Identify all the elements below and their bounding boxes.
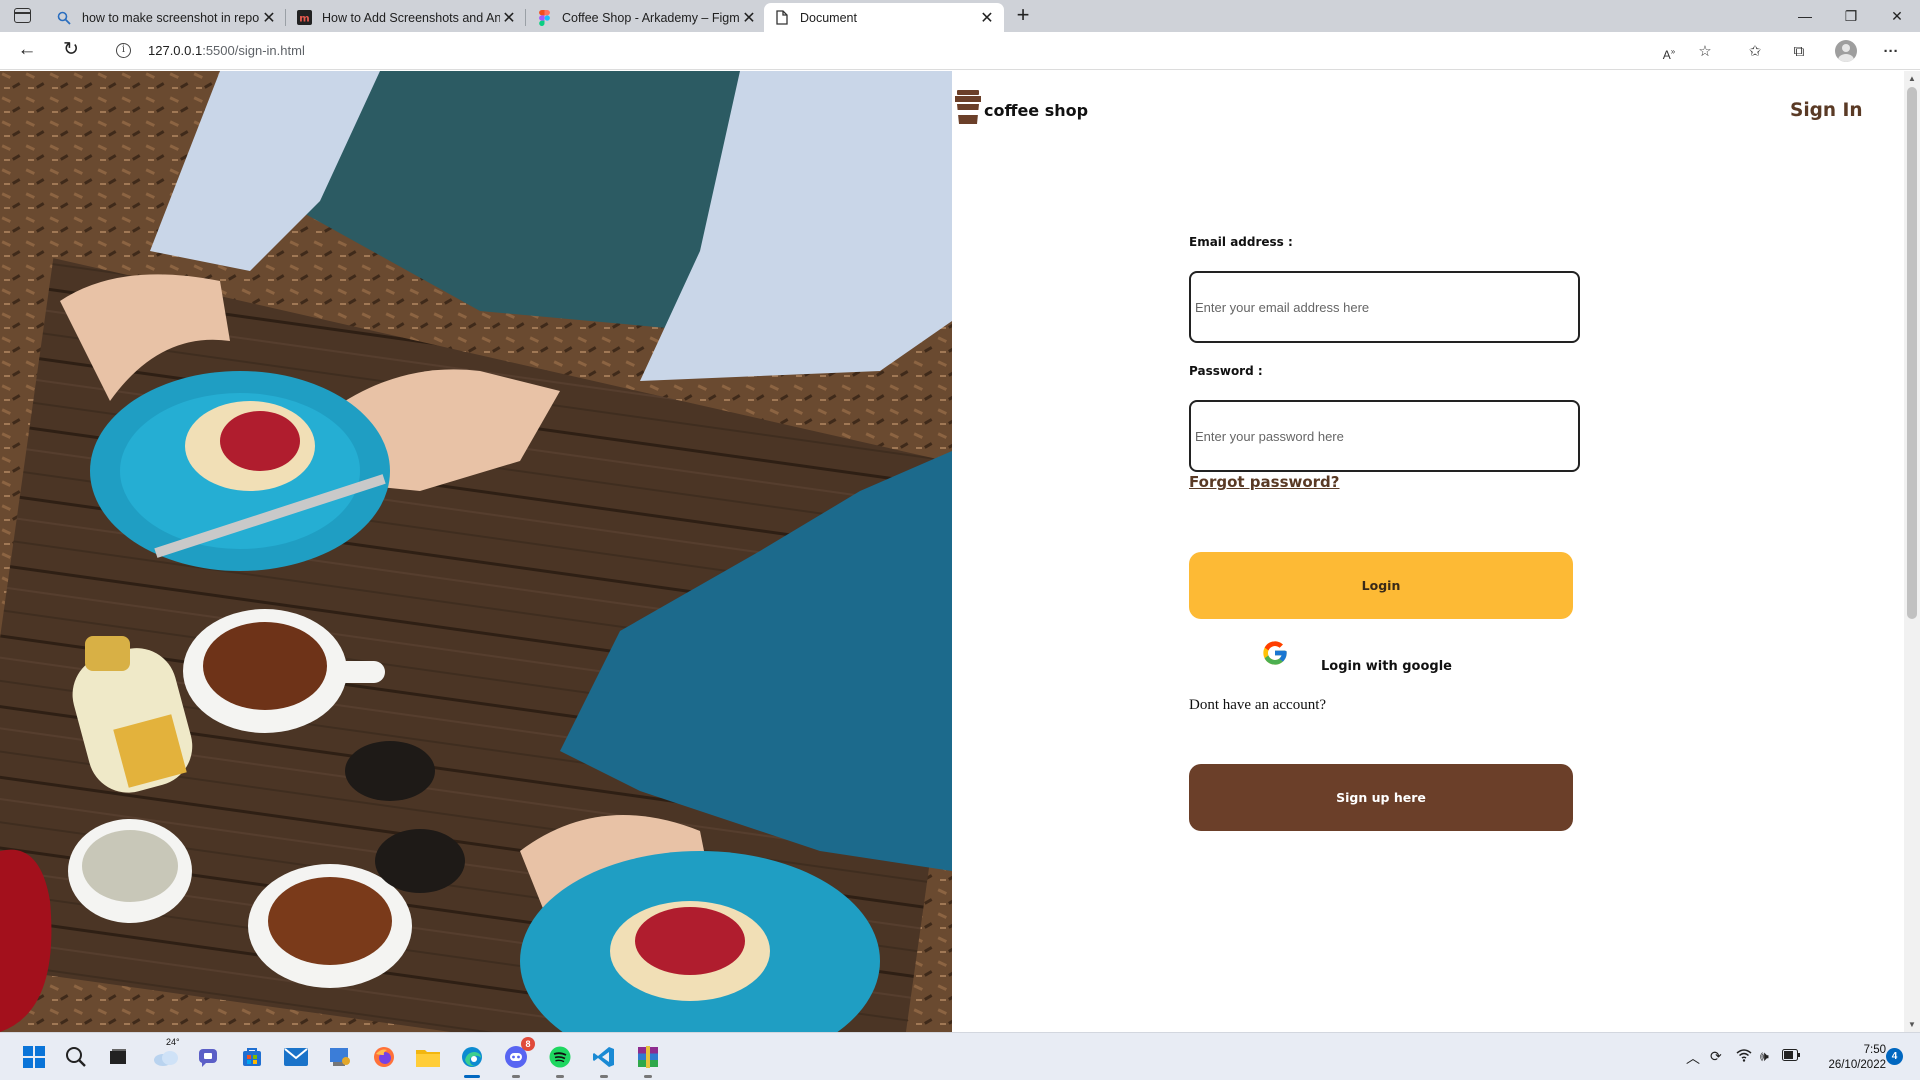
- taskbar: 24° 8 ︿ ⟳ 🕪 7:50 26/10/2022 4: [0, 1032, 1920, 1080]
- discord-icon[interactable]: 8: [502, 1037, 535, 1078]
- teams-chat-icon[interactable]: [194, 1043, 222, 1071]
- discord-notification-badge: 8: [521, 1037, 535, 1051]
- login-with-google-link[interactable]: Login with google: [1321, 659, 1452, 674]
- file-explorer-icon[interactable]: [414, 1043, 442, 1071]
- profile-avatar-icon[interactable]: [1835, 40, 1857, 62]
- task-view-icon[interactable]: [104, 1043, 132, 1071]
- weather-widget-icon[interactable]: 24°: [152, 1037, 180, 1071]
- brand-logo[interactable]: coffee shop: [954, 89, 1088, 125]
- url-text[interactable]: 127.0.0.1:5500/sign-in.html: [148, 43, 305, 58]
- edge-browser-icon[interactable]: [458, 1043, 486, 1078]
- read-aloud-icon[interactable]: A»: [1658, 41, 1680, 63]
- svg-text:m: m: [299, 14, 309, 25]
- running-app-indicator: [556, 1075, 564, 1078]
- browser-tab[interactable]: how to make screenshot in repo ✕: [46, 3, 286, 32]
- running-app-indicator: [644, 1075, 652, 1078]
- scroll-down-icon[interactable]: ▼: [1904, 1020, 1920, 1029]
- tab-close-icon[interactable]: ✕: [740, 8, 758, 28]
- new-tab-button[interactable]: +: [1010, 3, 1036, 29]
- taskbar-clock[interactable]: 7:50 26/10/2022: [1812, 1043, 1886, 1073]
- address-bar[interactable]: i 127.0.0.1:5500/sign-in.html: [100, 36, 1720, 66]
- sign-in-panel: coffee shop Sign In Email address : Pass…: [952, 71, 1904, 1032]
- microsoft-store-icon[interactable]: [238, 1043, 266, 1071]
- back-arrow-icon[interactable]: ←: [14, 39, 40, 63]
- clock-time: 7:50: [1863, 1044, 1886, 1056]
- search-icon: [56, 10, 72, 26]
- url-host: 127.0.0.1: [148, 43, 203, 58]
- hero-photo: [0, 71, 952, 1032]
- favorites-icon[interactable]: ✩: [1744, 41, 1766, 63]
- google-icon[interactable]: [1261, 639, 1289, 667]
- reload-icon[interactable]: ↻: [58, 39, 84, 63]
- nav-sign-in-link[interactable]: Sign In: [1790, 100, 1863, 121]
- add-favorite-icon[interactable]: ☆: [1694, 41, 1716, 63]
- email-label: Email address :: [1189, 235, 1293, 249]
- sync-icon[interactable]: ⟳: [1710, 1048, 1722, 1065]
- site-m-icon: m: [296, 10, 312, 26]
- tab-close-icon[interactable]: ✕: [500, 8, 518, 28]
- email-field[interactable]: [1189, 271, 1580, 343]
- battery-icon[interactable]: [1782, 1048, 1800, 1064]
- sign-up-button[interactable]: Sign up here: [1189, 764, 1573, 831]
- no-account-text: Dont have an account?: [1189, 697, 1327, 713]
- brand-name: coffee shop: [984, 100, 1089, 120]
- forgot-password-link[interactable]: Forgot password?: [1189, 473, 1340, 491]
- tab-title: how to make screenshot in repo: [82, 10, 260, 25]
- url-path: :5500/sign-in.html: [202, 43, 305, 58]
- browser-tab-active[interactable]: Document ✕: [764, 3, 1004, 32]
- search-icon[interactable]: [62, 1043, 90, 1071]
- winrar-icon[interactable]: [634, 1043, 662, 1078]
- tab-title: How to Add Screenshots and An: [322, 10, 500, 25]
- page-scrollbar[interactable]: ▲ ▼: [1904, 71, 1920, 1032]
- restore-icon[interactable]: ❐: [1828, 4, 1874, 28]
- scroll-up-icon[interactable]: ▲: [1904, 74, 1920, 83]
- document-icon: [774, 10, 790, 26]
- control-panel-icon[interactable]: [326, 1043, 354, 1071]
- more-menu-icon[interactable]: ···: [1880, 41, 1902, 63]
- weather-temp: 24°: [166, 1037, 180, 1047]
- tab-close-icon[interactable]: ✕: [978, 8, 996, 28]
- browser-tab[interactable]: Coffee Shop - Arkademy – Figma ✕: [526, 3, 766, 32]
- running-app-indicator: [600, 1075, 608, 1078]
- tab-title: Coffee Shop - Arkademy – Figma: [562, 10, 740, 25]
- browser-tab[interactable]: m How to Add Screenshots and An ✕: [286, 3, 526, 32]
- scroll-thumb[interactable]: [1907, 87, 1917, 619]
- collections-icon[interactable]: ⧉: [1788, 41, 1810, 63]
- login-button[interactable]: Login: [1189, 552, 1573, 619]
- minimize-icon[interactable]: —: [1782, 4, 1828, 28]
- tab-actions-icon[interactable]: [14, 8, 31, 23]
- wifi-icon[interactable]: [1736, 1048, 1752, 1065]
- close-window-icon[interactable]: ✕: [1874, 4, 1920, 28]
- vscode-icon[interactable]: [590, 1043, 618, 1078]
- clock-date: 26/10/2022: [1828, 1059, 1886, 1071]
- notification-count-badge[interactable]: 4: [1886, 1048, 1903, 1065]
- spotify-icon[interactable]: [546, 1043, 574, 1078]
- tray-overflow-icon[interactable]: ︿: [1686, 1048, 1700, 1068]
- firefox-icon[interactable]: [370, 1043, 398, 1071]
- site-info-icon[interactable]: i: [116, 43, 131, 58]
- tab-title: Document: [800, 10, 857, 25]
- password-field[interactable]: [1189, 400, 1580, 472]
- volume-icon[interactable]: 🕪: [1760, 1048, 1769, 1065]
- figma-icon: [536, 9, 552, 26]
- start-windows-icon[interactable]: [20, 1043, 48, 1071]
- mail-icon[interactable]: [282, 1043, 310, 1071]
- running-app-indicator: [512, 1075, 520, 1078]
- tab-close-icon[interactable]: ✕: [260, 8, 278, 28]
- active-app-indicator: [464, 1075, 480, 1078]
- coffee-cup-icon: [954, 89, 982, 125]
- browser-toolbar: ← ↻ i 127.0.0.1:5500/sign-in.html A» ☆ ✩…: [0, 32, 1920, 70]
- browser-tab-strip: how to make screenshot in repo ✕ m How t…: [0, 0, 1920, 32]
- password-label: Password :: [1189, 364, 1263, 378]
